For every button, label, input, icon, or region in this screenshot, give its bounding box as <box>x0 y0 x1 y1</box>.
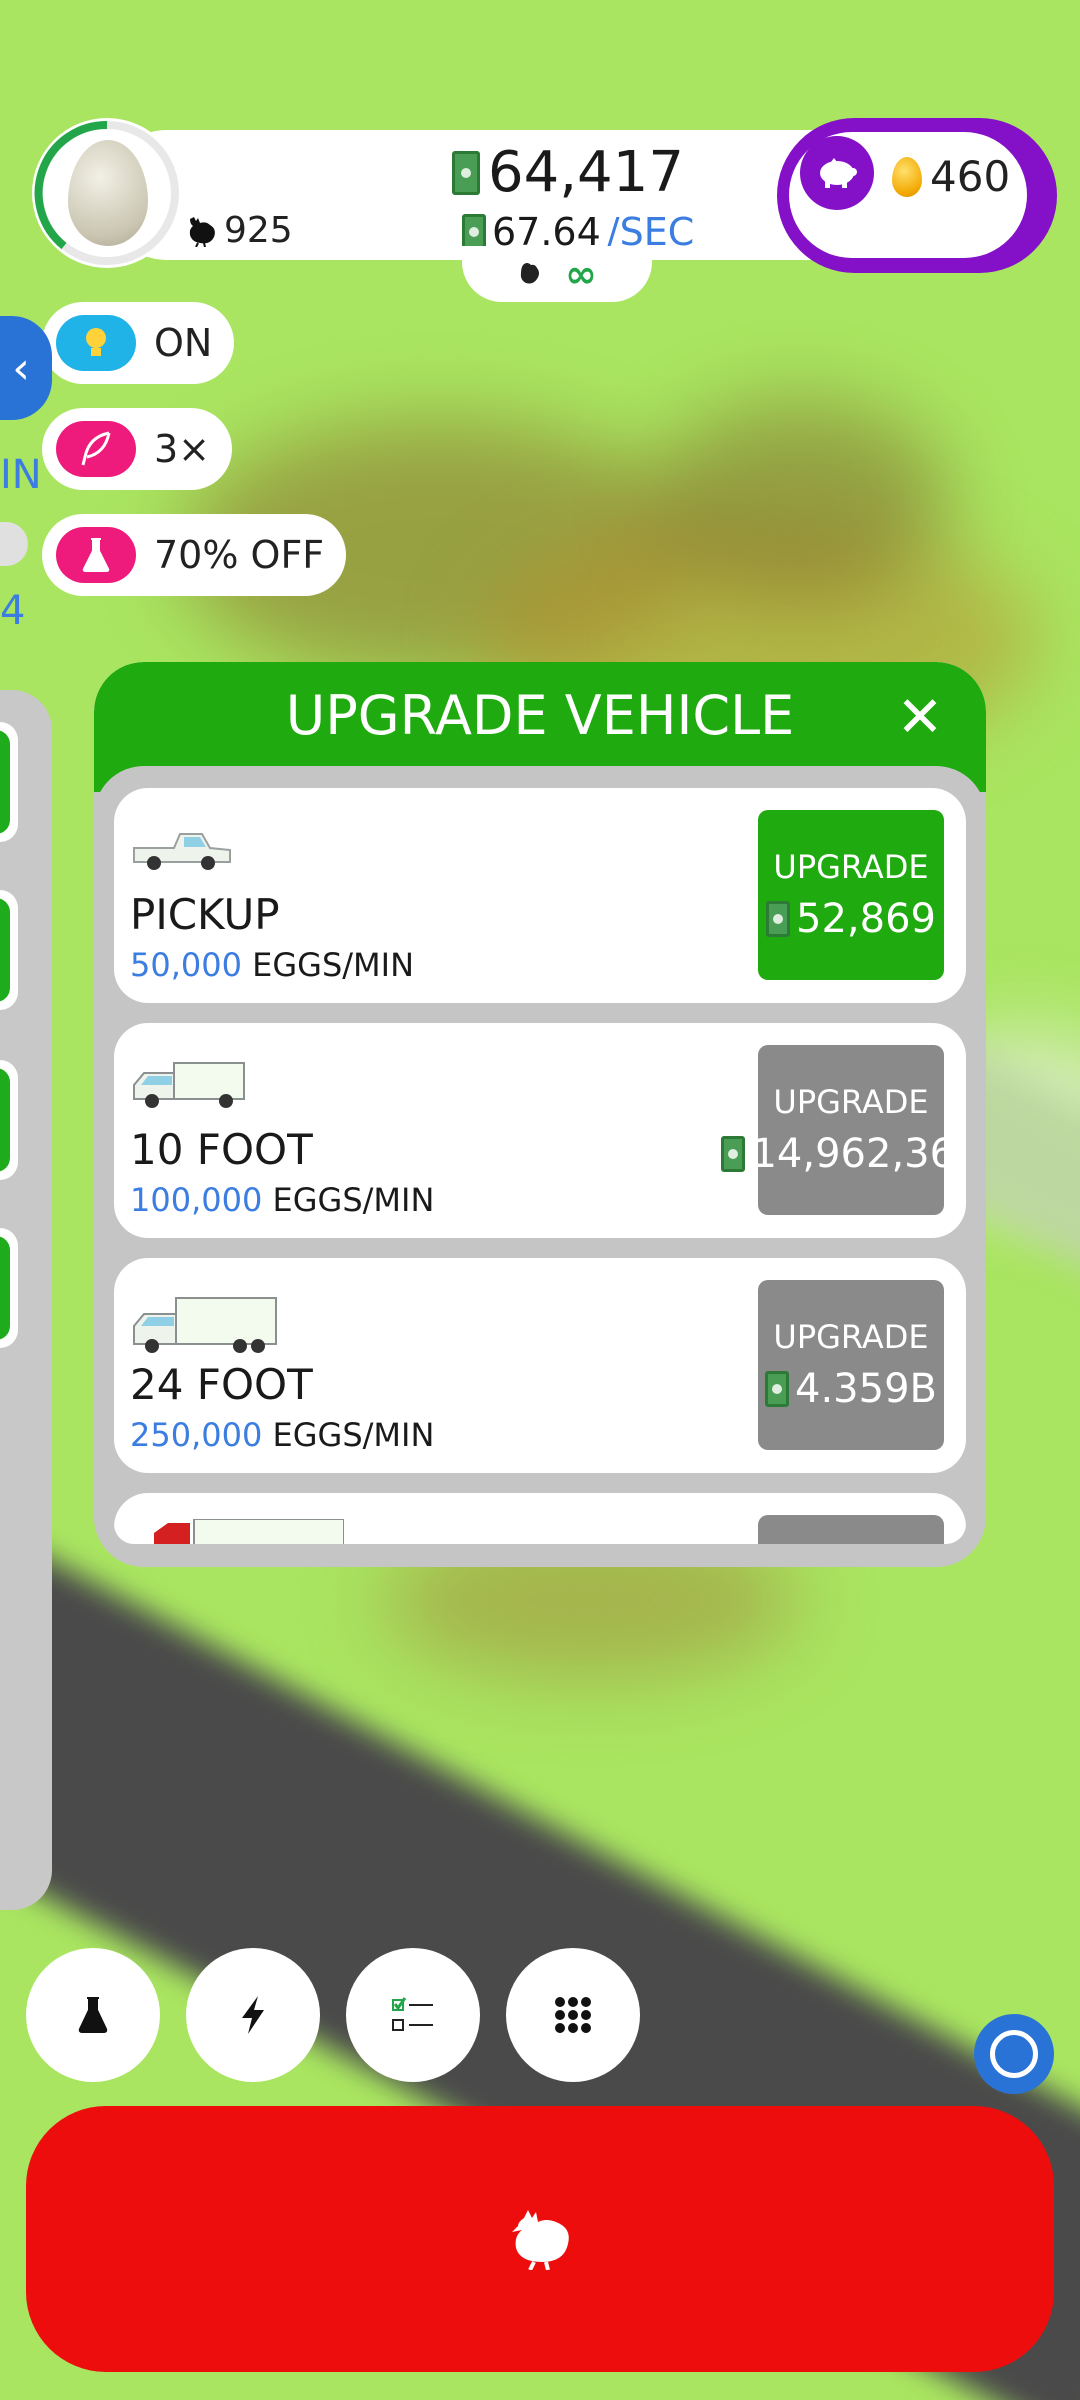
vehicle-row-partial <box>114 1493 966 1544</box>
upgrade-button[interactable]: UPGRADE 52,869 <box>758 810 944 980</box>
chicken-count: 925 <box>184 210 293 251</box>
vehicle-name: 10 FOOT <box>130 1125 313 1174</box>
circle-icon <box>990 2030 1038 2078</box>
lightning-icon <box>242 1996 264 2034</box>
drawer-label: IN <box>0 452 42 498</box>
status-pill-boost[interactable]: 3× <box>42 408 233 490</box>
hatch-chicken-button[interactable] <box>26 2106 1054 2372</box>
chevron-left-icon: ‹ <box>12 342 30 394</box>
grid-icon <box>555 1997 591 2033</box>
golden-eggs: 460 <box>892 152 1010 201</box>
piggy-bank-button[interactable] <box>800 136 874 210</box>
top-bar: 925 64,417 67.64/SEC ∞ 460 <box>32 118 1057 302</box>
cash-icon <box>462 214 486 250</box>
large-truck-icon <box>133 1297 277 1353</box>
drawer-card[interactable] <box>0 890 18 1010</box>
vehicle-name: PICKUP <box>130 890 280 939</box>
chicken-icon <box>189 216 215 247</box>
vehicle-row-10-foot: 10 FOOT 100,000 EGGS/MIN UPGRADE 14,962,… <box>114 1023 966 1238</box>
piggy-bank-panel[interactable]: 460 <box>777 118 1057 273</box>
drawer-card[interactable] <box>0 722 18 842</box>
checklist-icon <box>392 1997 433 2031</box>
missions-button[interactable] <box>346 1948 480 2082</box>
drawer-value: 4 <box>0 588 26 634</box>
overlay-circle-button[interactable] <box>974 2014 1054 2094</box>
cash-icon <box>452 150 480 195</box>
feather-icon <box>56 421 136 477</box>
hab-capacity-tab[interactable]: ∞ <box>462 246 652 302</box>
close-button[interactable]: ✕ <box>888 686 952 750</box>
drawer-card[interactable] <box>0 1060 18 1180</box>
upgrade-button[interactable] <box>758 1515 944 1544</box>
flask-icon <box>56 527 136 583</box>
menu-button[interactable] <box>506 1948 640 2082</box>
vehicle-list[interactable]: PICKUP 50,000 EGGS/MIN UPGRADE 52,869 10… <box>114 788 966 1544</box>
vehicle-rate: 50,000 EGGS/MIN <box>130 946 415 984</box>
box-truck-icon <box>133 1062 245 1108</box>
status-pill-research[interactable]: ON <box>42 302 235 384</box>
vehicle-name: 24 FOOT <box>130 1360 313 1409</box>
research-button[interactable] <box>26 1948 160 2082</box>
upgrade-button[interactable]: UPGRADE 14,962,367 <box>721 1045 966 1215</box>
vehicle-rate: 100,000 EGGS/MIN <box>130 1181 435 1219</box>
cash-icon <box>765 1371 790 1407</box>
vehicle-row-pickup: PICKUP 50,000 EGGS/MIN UPGRADE 52,869 <box>114 788 966 1003</box>
cash-icon <box>766 901 791 937</box>
pickup-truck-icon <box>133 833 231 870</box>
golden-egg-icon <box>892 156 922 197</box>
flask-icon <box>78 1997 108 2033</box>
semi-truck-icon <box>154 1519 344 1544</box>
chicken-icon <box>512 2210 569 2270</box>
vehicle-row-24-foot: 24 FOOT 250,000 EGGS/MIN UPGRADE 4.359B <box>114 1258 966 1473</box>
drawer-card[interactable] <box>0 1228 18 1348</box>
boost-button[interactable] <box>186 1948 320 2082</box>
upgrade-button[interactable]: UPGRADE 4.359B <box>758 1280 944 1450</box>
modal-title: UPGRADE VEHICLE <box>285 684 795 747</box>
piggy-icon <box>820 158 857 188</box>
status-pill-sale[interactable]: 70% OFF <box>42 514 347 596</box>
bulb-icon <box>56 315 136 371</box>
cash-icon <box>721 1136 746 1172</box>
upgrade-vehicle-modal: UPGRADE VEHICLE ✕ PICKUP 50,000 EGGS/MIN… <box>94 662 986 1567</box>
money-display: 64,417 <box>452 140 684 205</box>
chick-icon <box>521 263 540 284</box>
egg-button[interactable] <box>32 118 182 268</box>
vehicle-rate: 250,000 EGGS/MIN <box>130 1416 435 1454</box>
